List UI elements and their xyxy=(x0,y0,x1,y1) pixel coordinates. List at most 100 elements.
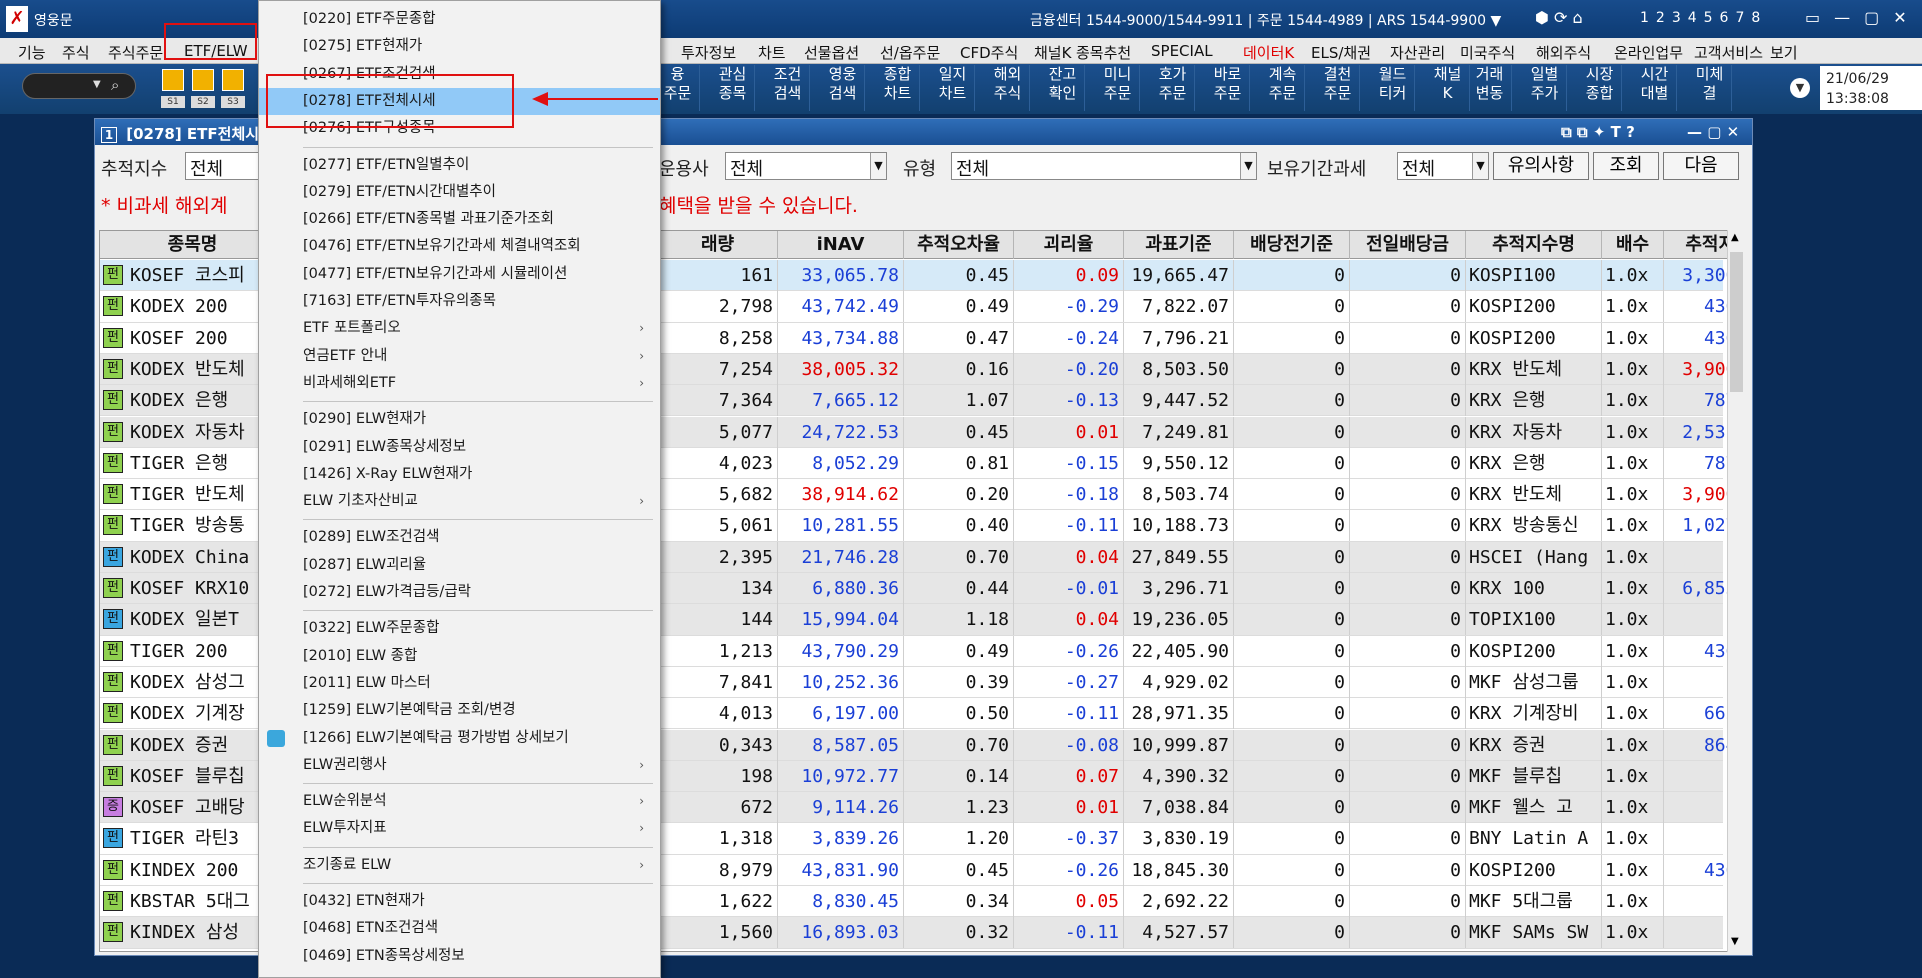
menu-15[interactable]: 데이터K xyxy=(1243,42,1294,63)
menu-item[interactable]: ELW권리행사 › xyxy=(259,752,660,779)
menu-item[interactable]: [0291] ELW종목상세정보 xyxy=(259,434,660,461)
column-header-8[interactable]: 추적지수명 xyxy=(1466,231,1602,259)
s3-label[interactable]: S3 xyxy=(221,96,245,108)
window-controls[interactable]: — ▢ ✕ xyxy=(1687,123,1739,141)
toolbar-button-4[interactable]: 종합 차트 xyxy=(876,65,920,111)
menu-8[interactable]: 차트 xyxy=(758,42,786,63)
toolbar-button-1[interactable]: 관심 종목 xyxy=(711,65,755,111)
menu-item[interactable]: [0476] ETF/ETN보유기간과세 체결내역조회 xyxy=(259,233,660,260)
chevron-down-icon[interactable]: ▼ xyxy=(93,79,101,90)
pen-icon[interactable] xyxy=(192,69,214,91)
type-select[interactable]: 전체 ▼ xyxy=(951,152,1257,180)
toolbar-button-9[interactable]: 호가 주문 xyxy=(1151,65,1195,111)
column-header-2[interactable]: iNAV xyxy=(778,231,904,259)
toolbar-button-11[interactable]: 계속 주문 xyxy=(1261,65,1305,111)
toolbar-button-16[interactable]: 일별 주가 xyxy=(1523,65,1567,111)
column-header-6[interactable]: 배당전기준 xyxy=(1234,231,1350,259)
menu-item[interactable]: [0289] ELW조건검색 xyxy=(259,524,660,551)
menu-item[interactable]: [0290] ELW현재가 xyxy=(259,406,660,433)
table-scrollbar[interactable]: ▲ ▼ xyxy=(1727,230,1745,952)
menu-22[interactable]: 보기 xyxy=(1770,42,1798,63)
window-controls[interactable]: ▭—▢✕ xyxy=(1805,8,1921,27)
menu-item[interactable]: [0220] ETF주문종합 xyxy=(259,6,660,33)
menu-item[interactable]: 비과세해외ETF › xyxy=(259,370,660,397)
menu-item[interactable]: [0266] ETF/ETN종목별 과표기준가조회 xyxy=(259,206,660,233)
tax-select[interactable]: 전체 ▼ xyxy=(1397,152,1489,180)
column-header-7[interactable]: 전일배당금 xyxy=(1350,231,1466,259)
scrollbar-thumb[interactable] xyxy=(1730,252,1743,392)
title-tool-icons[interactable]: ⬢ ⟳ ⌂ xyxy=(1535,8,1583,27)
menu-item[interactable]: [7163] ETF/ETN투자유의종목 xyxy=(259,288,660,315)
toolbar-expand-icon[interactable]: ▼ xyxy=(1790,78,1810,98)
toolbar-button-15[interactable]: 거래 변동 xyxy=(1468,65,1512,111)
menu-item[interactable]: [1266] ELW기본예탁금 평가방법 상세보기 xyxy=(259,725,660,752)
toolbar-button-12[interactable]: 결천 주문 xyxy=(1316,65,1360,111)
menu-item[interactable]: [0322] ELW주문종합 xyxy=(259,615,660,642)
column-header-5[interactable]: 과표기준 xyxy=(1124,231,1234,259)
menu-0[interactable]: 기능 xyxy=(18,42,46,63)
menu-item[interactable]: [0432] ETN현재가 xyxy=(259,888,660,915)
menu-19[interactable]: 해외주식 xyxy=(1536,42,1591,63)
screen-numbers[interactable]: 12345678 xyxy=(1640,10,1767,26)
menu-item[interactable]: [0468] ETN조건검색 xyxy=(259,915,660,942)
save-icon[interactable] xyxy=(162,69,184,91)
menu-10[interactable]: 선/옵주문 xyxy=(880,42,940,63)
menu-item[interactable]: [1259] ELW기본예탁금 조회/변경 xyxy=(259,697,660,724)
menu-item[interactable]: [0277] ETF/ETN일별추이 xyxy=(259,152,660,179)
menu-2[interactable]: 주식주문 xyxy=(108,42,163,63)
column-header-9[interactable]: 배수 xyxy=(1602,231,1664,259)
toolbar-button-0[interactable]: 융 주문 xyxy=(656,65,700,111)
column-header-1[interactable]: 래량 xyxy=(658,231,778,259)
menu-item[interactable]: ELW투자지표 › xyxy=(259,815,660,842)
search-input[interactable]: ▼ ⌕ xyxy=(22,73,136,99)
toolbar-button-10[interactable]: 바로 주문 xyxy=(1206,65,1250,111)
menu-item[interactable]: 조기종료 ELW › xyxy=(259,852,660,879)
column-header-3[interactable]: 추적오차율 xyxy=(904,231,1014,259)
toolbar-button-2[interactable]: 조건 검색 xyxy=(766,65,810,111)
menu-item[interactable]: [0272] ELW가격급등/급락 xyxy=(259,579,660,606)
link-icon[interactable]: ⧉ ⧉ ✦ T ? xyxy=(1561,123,1635,141)
phone-numbers[interactable]: 금융센터 1544-9000/1544-9911 | 주문 1544-4989 … xyxy=(1030,10,1501,30)
menu-18[interactable]: 미국주식 xyxy=(1460,42,1515,63)
manager-select[interactable]: 전체 ▼ xyxy=(725,152,887,180)
search-icon[interactable]: ⌕ xyxy=(111,76,119,94)
menu-17[interactable]: 자산관리 xyxy=(1390,42,1445,63)
menu-item[interactable]: [2011] ELW 마스터 xyxy=(259,670,660,697)
s2-label[interactable]: S2 xyxy=(191,96,215,108)
menu-item[interactable]: [0279] ETF/ETN시간대별추이 xyxy=(259,179,660,206)
toolbar-button-18[interactable]: 시간 대별 xyxy=(1633,65,1677,111)
toolbar-button-14[interactable]: 채널 K xyxy=(1426,65,1470,111)
track-index-select[interactable]: 전체 xyxy=(185,152,265,180)
menu-item[interactable]: ETF 포트폴리오 › xyxy=(259,315,660,342)
menu-14[interactable]: SPECIAL xyxy=(1151,42,1213,60)
menu-12[interactable]: 채널K xyxy=(1034,42,1071,63)
next-button[interactable]: 다음 xyxy=(1663,152,1739,180)
toolbar-button-13[interactable]: 월드 티커 xyxy=(1371,65,1415,111)
toolbar-button-8[interactable]: 미니 주문 xyxy=(1096,65,1140,111)
menu-item[interactable]: [0469] ETN종목상세정보 xyxy=(259,943,660,970)
menu-21[interactable]: 고객서비스 xyxy=(1694,42,1763,63)
s1-label[interactable]: S1 xyxy=(161,96,185,108)
menu-1[interactable]: 주식 xyxy=(62,42,90,63)
menu-11[interactable]: CFD주식 xyxy=(960,42,1018,63)
toolbar-button-3[interactable]: 영웅 검색 xyxy=(821,65,865,111)
menu-20[interactable]: 온라인업무 xyxy=(1614,42,1683,63)
toolbar-button-17[interactable]: 시장 종합 xyxy=(1578,65,1622,111)
column-header-10[interactable]: 추적지수 xyxy=(1664,231,1730,259)
column-header-4[interactable]: 괴리율 xyxy=(1014,231,1124,259)
menu-16[interactable]: ELS/채권 xyxy=(1311,42,1371,63)
query-button[interactable]: 조회 xyxy=(1593,152,1659,180)
menu-item[interactable]: ELW 기초자산비교 › xyxy=(259,488,660,515)
menu-item[interactable]: [0275] ETF현재가 xyxy=(259,33,660,60)
toolbar-button-5[interactable]: 일지 차트 xyxy=(931,65,975,111)
lock-icon[interactable] xyxy=(222,69,244,91)
toolbar-button-6[interactable]: 해외 주식 xyxy=(986,65,1030,111)
menu-item[interactable]: ELW순위분석 › xyxy=(259,788,660,815)
menu-13[interactable]: 종목추천 xyxy=(1076,42,1131,63)
toolbar-button-19[interactable]: 미체 결 xyxy=(1688,65,1732,111)
menu-item[interactable]: [0477] ETF/ETN보유기간과세 시뮬레이션 xyxy=(259,261,660,288)
menu-item[interactable]: 연금ETF 안내 › xyxy=(259,343,660,370)
menu-9[interactable]: 선물옵션 xyxy=(804,42,859,63)
toolbar-button-7[interactable]: 잔고 확인 xyxy=(1041,65,1085,111)
menu-item[interactable]: [2010] ELW 종합 xyxy=(259,643,660,670)
